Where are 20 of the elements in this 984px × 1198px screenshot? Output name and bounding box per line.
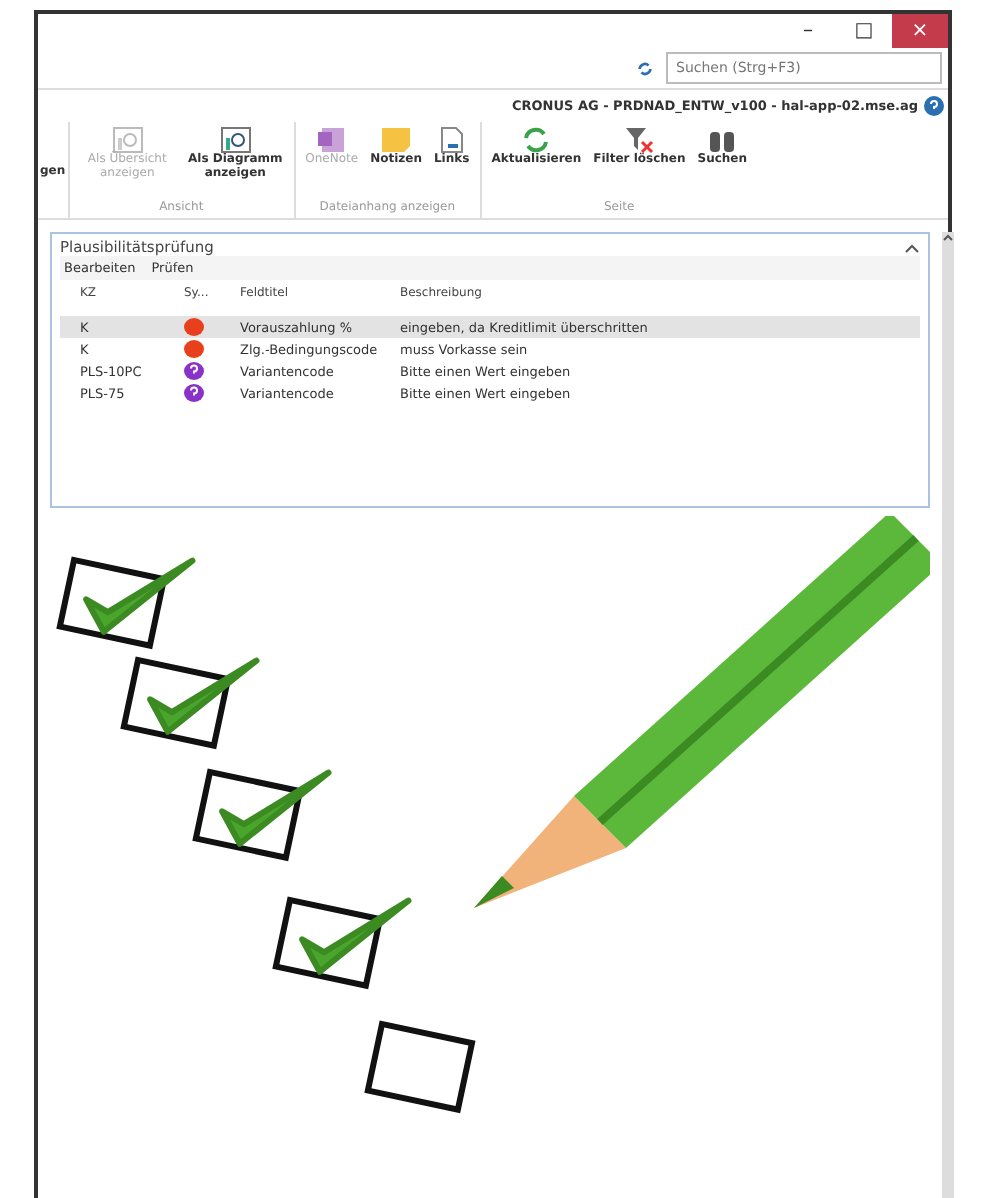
notebook-icon <box>315 126 348 154</box>
checked-box-drawing <box>272 896 412 990</box>
checked-box-drawing <box>56 556 196 650</box>
filter-clear-icon <box>623 126 656 154</box>
binoculars-icon <box>706 126 739 154</box>
window-control-button[interactable]: – <box>780 14 836 48</box>
chart-icon <box>219 126 252 154</box>
scroll-up-icon[interactable] <box>942 232 954 242</box>
window-control-button[interactable]: □ <box>836 14 892 48</box>
note-icon <box>380 126 413 154</box>
checked-box-drawing <box>192 768 332 862</box>
checked-box-drawing <box>120 656 260 750</box>
link-document-icon <box>435 126 468 154</box>
chart-icon <box>111 126 144 154</box>
help-icon[interactable] <box>924 96 944 116</box>
refresh-icon <box>520 126 553 154</box>
scrollbar[interactable] <box>942 232 954 1198</box>
refresh-icon[interactable] <box>636 59 654 77</box>
chevron-up-icon[interactable] <box>904 241 920 253</box>
window-control-button[interactable]: × <box>892 14 948 48</box>
